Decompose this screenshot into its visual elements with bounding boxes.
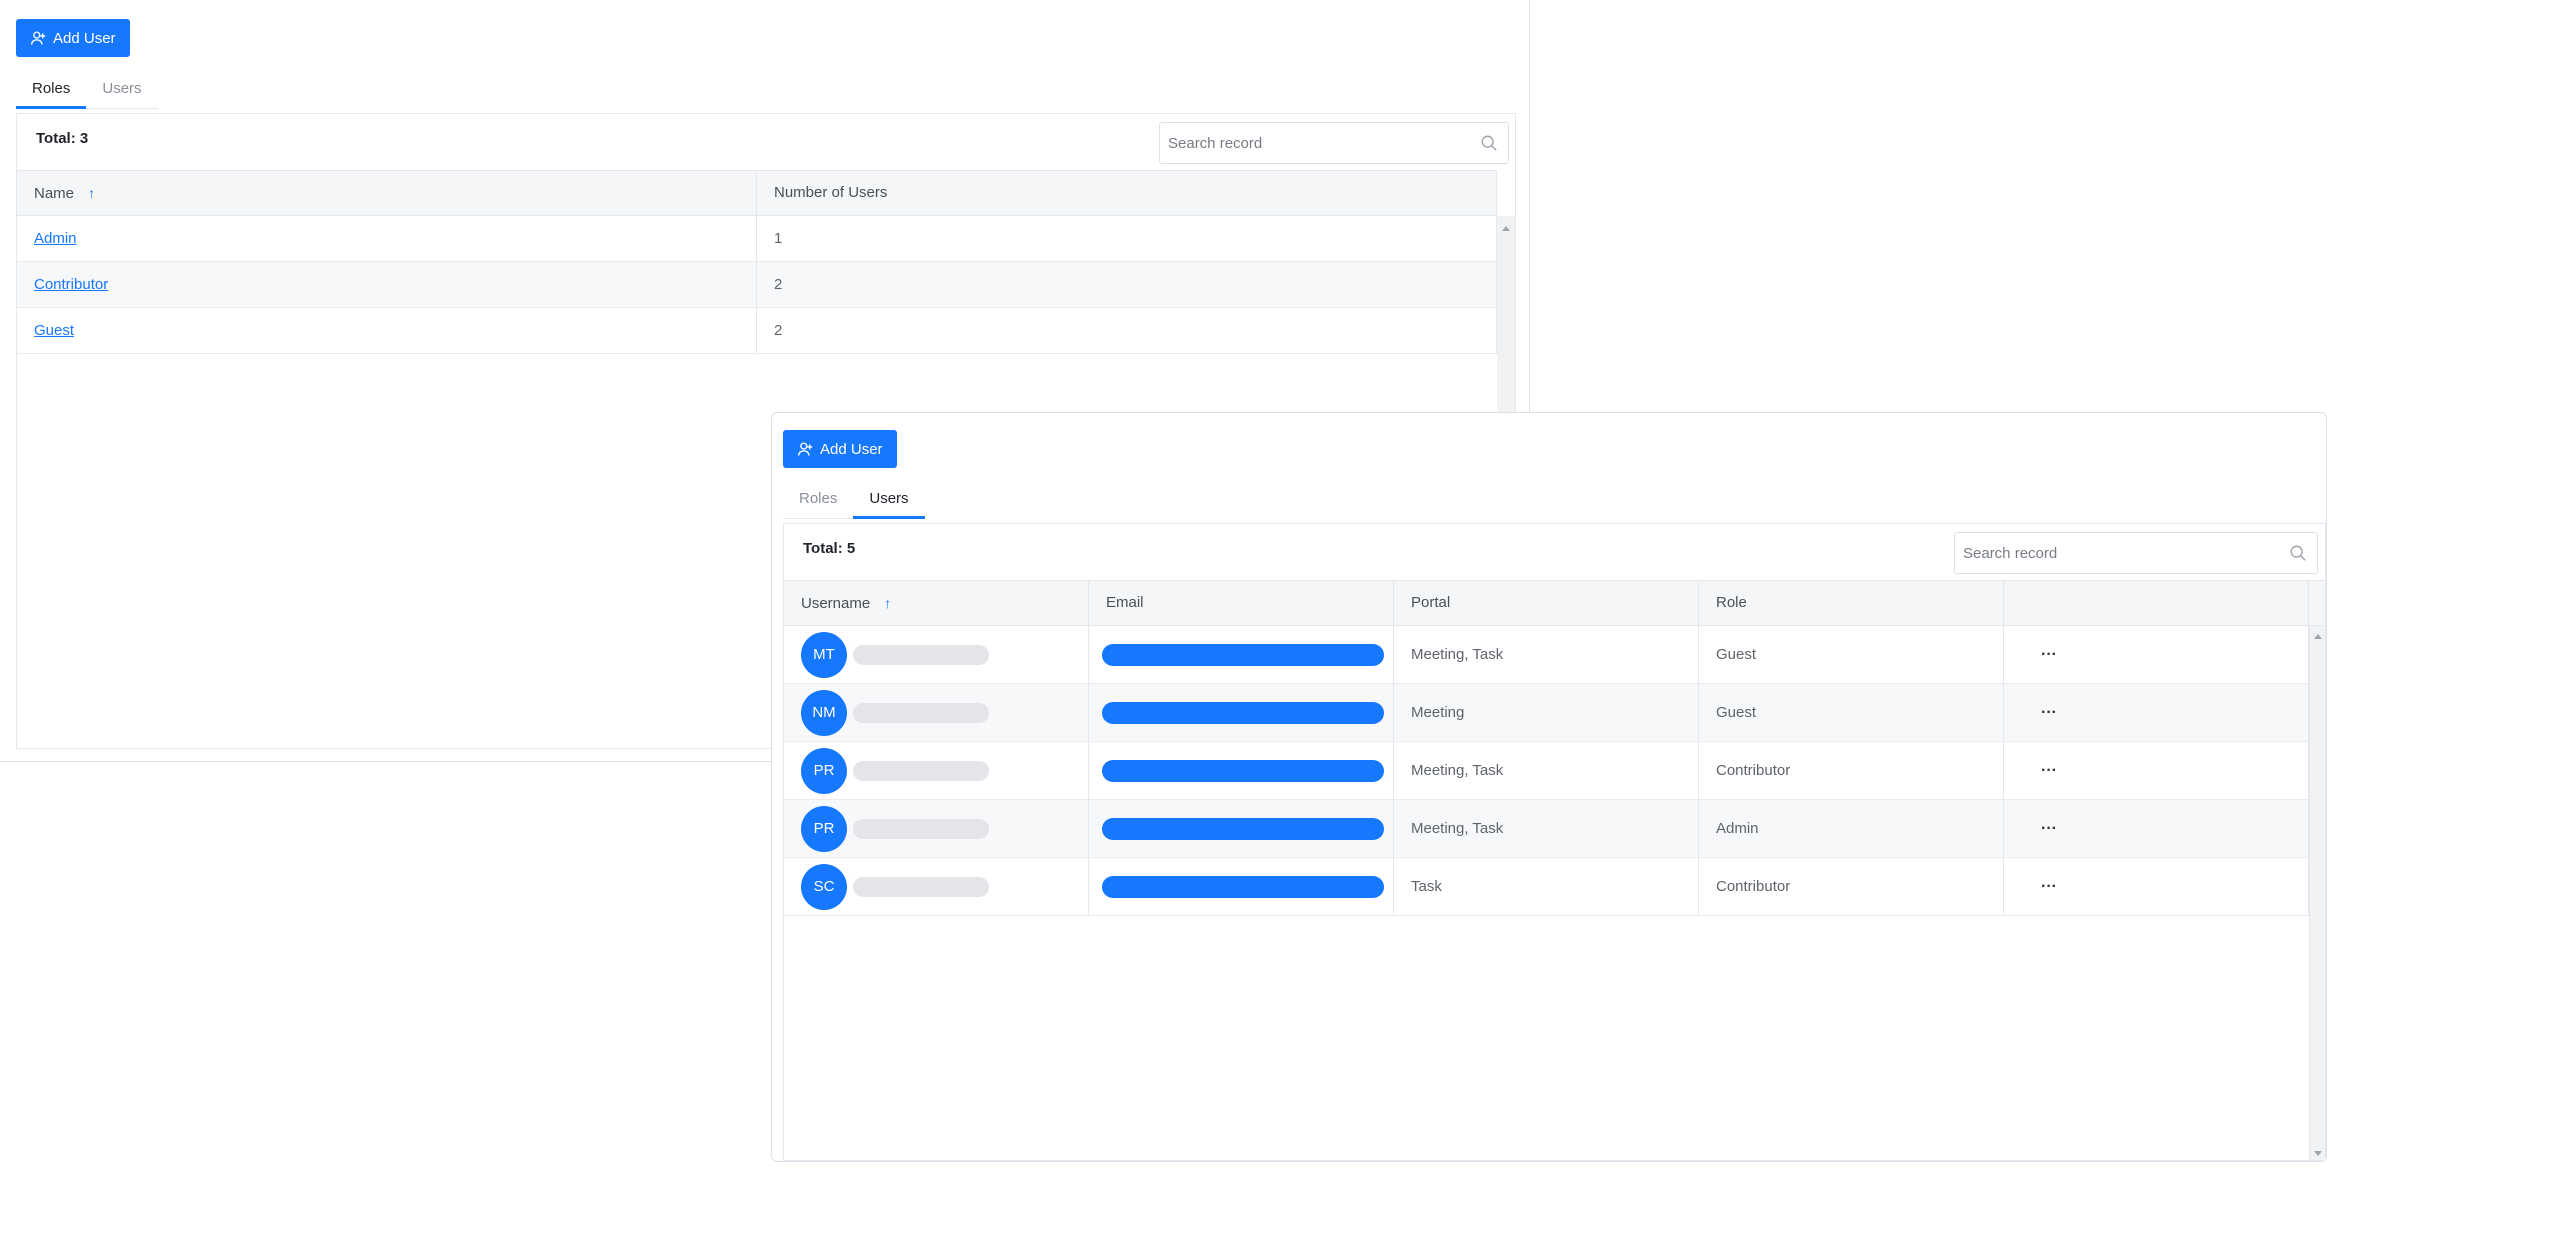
search-input[interactable] (1955, 533, 2317, 573)
portal-value: Meeting, Task (1394, 800, 1699, 857)
sort-ascending-icon[interactable]: ↑ (884, 595, 891, 611)
tab-bar: Roles Users (16, 71, 158, 109)
more-actions-icon[interactable]: ··· (2021, 820, 2057, 838)
search-box (1954, 532, 2318, 574)
search-input[interactable] (1160, 123, 1508, 163)
user-count: 2 (757, 308, 1497, 353)
role-link-guest[interactable]: Guest (34, 322, 74, 339)
column-header-email[interactable]: Email (1089, 581, 1394, 625)
portal-value: Task (1394, 858, 1699, 915)
email-placeholder (1102, 759, 1384, 782)
avatar: NM (801, 689, 847, 736)
more-actions-icon[interactable]: ··· (2021, 704, 2057, 722)
vertical-scrollbar[interactable] (2310, 626, 2325, 1160)
username-placeholder (853, 644, 989, 665)
scroll-down-arrow-icon[interactable] (2314, 1151, 2322, 1156)
user-count: 1 (757, 216, 1497, 261)
total-count: Total: 3 (36, 130, 89, 147)
portal-value: Meeting (1394, 684, 1699, 741)
portal-value: Meeting, Task (1394, 742, 1699, 799)
users-panel: Add User Roles Users Total: 5 Username↑ … (771, 412, 2327, 1162)
avatar: MT (801, 631, 847, 678)
table-header: Name ↑ Number of Users (17, 170, 1497, 216)
more-actions-icon[interactable]: ··· (2021, 646, 2057, 664)
more-actions-icon[interactable]: ··· (2021, 762, 2057, 780)
search-box (1159, 122, 1509, 164)
column-header-portal[interactable]: Portal (1394, 581, 1699, 625)
search-icon[interactable] (2289, 544, 2307, 562)
table-row: SC Task Contributor ··· (784, 858, 2309, 916)
scroll-up-arrow-icon[interactable] (2314, 634, 2322, 639)
role-value: Admin (1699, 800, 2004, 857)
user-count: 2 (757, 262, 1497, 307)
table-row: NM Meeting Guest ··· (784, 684, 2309, 742)
tab-users[interactable]: Users (853, 481, 925, 519)
role-value: Contributor (1699, 858, 2004, 915)
add-user-label: Add User (820, 440, 883, 458)
tab-roles[interactable]: Roles (16, 71, 87, 109)
column-header-name[interactable]: Name ↑ (17, 171, 757, 215)
column-header-role[interactable]: Role (1699, 581, 2004, 625)
table-row: Guest 2 (17, 308, 1497, 354)
add-user-button[interactable]: Add User (16, 19, 130, 57)
email-placeholder (1102, 875, 1384, 898)
sort-ascending-icon[interactable]: ↑ (88, 185, 95, 201)
role-link-contributor[interactable]: Contributor (34, 276, 108, 293)
table-header: Username ↑ Email Portal Role (784, 580, 2325, 626)
add-user-icon (31, 30, 46, 45)
email-placeholder (1102, 643, 1384, 666)
table-row: MT Meeting, Task Guest ··· (784, 626, 2309, 684)
avatar: PR (801, 805, 847, 852)
email-placeholder (1102, 817, 1384, 840)
portal-value: Meeting, Task (1394, 626, 1699, 683)
column-header-actions (2004, 581, 2309, 625)
column-header-username[interactable]: Username ↑ (784, 581, 1089, 625)
add-user-button[interactable]: Add User (783, 430, 897, 468)
table-row: PR Meeting, Task Contributor ··· (784, 742, 2309, 800)
table-row: Contributor 2 (17, 262, 1497, 308)
username-placeholder (853, 760, 989, 781)
table-row: Admin 1 (17, 216, 1497, 262)
username-placeholder (853, 702, 989, 723)
role-value: Guest (1699, 684, 2004, 741)
role-link-admin[interactable]: Admin (34, 230, 77, 247)
tab-users[interactable]: Users (86, 71, 157, 108)
role-value: Guest (1699, 626, 2004, 683)
add-user-icon (798, 441, 813, 456)
email-placeholder (1102, 701, 1384, 724)
username-placeholder (853, 818, 989, 839)
users-table: Total: 5 Username↑ Email Portal Role MT (783, 523, 2326, 1161)
add-user-label: Add User (53, 29, 116, 47)
search-icon[interactable] (1480, 134, 1498, 152)
avatar: PR (801, 747, 847, 794)
table-row: PR Meeting, Task Admin ··· (784, 800, 2309, 858)
more-actions-icon[interactable]: ··· (2021, 878, 2057, 896)
column-header-number-of-users[interactable]: Number of Users (757, 171, 1497, 215)
avatar: SC (801, 863, 847, 910)
scroll-up-arrow-icon[interactable] (1502, 226, 1510, 231)
username-placeholder (853, 876, 989, 897)
total-count: Total: 5 (803, 540, 856, 557)
tab-roles[interactable]: Roles (783, 481, 853, 518)
role-value: Contributor (1699, 742, 2004, 799)
tab-bar: Roles Users (783, 481, 925, 519)
